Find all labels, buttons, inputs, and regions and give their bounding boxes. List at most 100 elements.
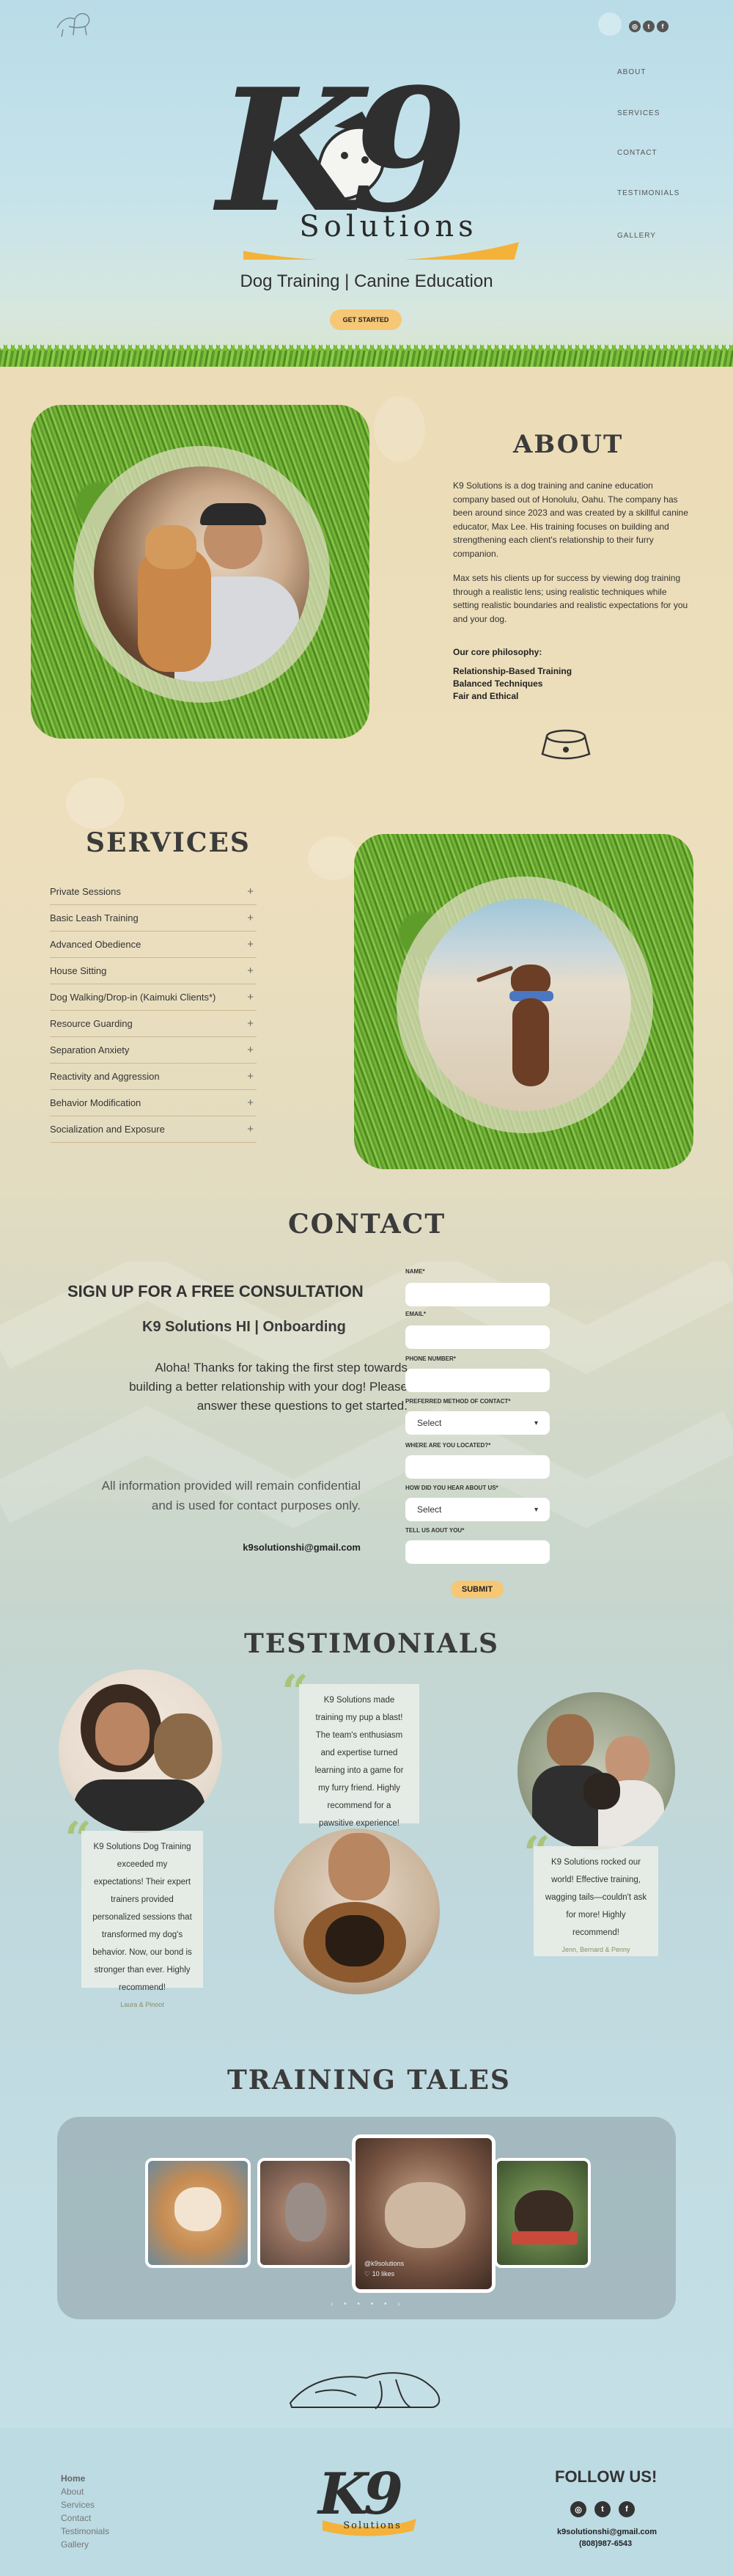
service-item[interactable]: Advanced Obedience + (50, 932, 257, 958)
footer-link-services[interactable]: Services (61, 2500, 95, 2510)
carousel-dots[interactable]: • • • • (344, 2300, 391, 2308)
phone-field[interactable] (405, 1369, 550, 1392)
service-item[interactable]: Socialization and Exposure + (50, 1116, 257, 1143)
name-field[interactable] (405, 1283, 550, 1306)
service-label: Reactivity and Aggression (50, 1071, 160, 1082)
testimonial-author: Jenn, Bernard & Penny (561, 1946, 630, 1953)
service-item[interactable]: House Sitting + (50, 958, 257, 984)
testimonial-photo-ryan (274, 1829, 440, 1994)
hero-section: ◎ t f ABOUT SERVICES CONTACT TESTIMONIAL… (0, 0, 733, 367)
email-field[interactable] (405, 1325, 550, 1349)
plus-icon: + (247, 885, 254, 898)
nav-testimonials[interactable]: TESTIMONIALS (617, 189, 679, 197)
service-item[interactable]: Dog Walking/Drop-in (Kaimuki Clients*) + (50, 984, 257, 1011)
plus-icon: + (247, 1044, 254, 1056)
gallery-image-active[interactable]: @k9solutions ♡ 10 likes (352, 2134, 496, 2293)
email-label: EMAIL* (405, 1311, 426, 1317)
plus-icon: + (247, 938, 254, 951)
testimonial-text: K9 Solutions made training my pup a blas… (314, 1696, 404, 1828)
footer-logo: K9 Solutions (314, 2462, 422, 2544)
dog-on-beach-photo (419, 899, 631, 1111)
service-item[interactable]: Private Sessions + (50, 879, 257, 905)
nav-services[interactable]: SERVICES (617, 109, 660, 117)
testimonials-title: TESTIMONIALS (244, 1628, 500, 1659)
service-label: Socialization and Exposure (50, 1124, 165, 1135)
location-field[interactable] (405, 1455, 550, 1479)
select-value: Select (417, 1418, 442, 1428)
service-label: Resource Guarding (50, 1018, 133, 1029)
about-paragraph-1: K9 Solutions is a dog training and canin… (453, 480, 688, 559)
footer-link-contact[interactable]: Contact (61, 2513, 91, 2523)
about-you-field[interactable] (405, 1540, 550, 1564)
footer-link-testimonials[interactable]: Testimonials (61, 2526, 109, 2536)
service-label: Private Sessions (50, 886, 121, 897)
chevron-down-icon: ▾ (534, 1505, 538, 1514)
chevron-right-icon[interactable]: › (397, 2300, 404, 2308)
dog-doodle-icon (56, 12, 90, 37)
contact-title: CONTACT (288, 1209, 446, 1240)
plus-icon: + (247, 1097, 254, 1109)
facebook-icon[interactable]: f (657, 21, 668, 32)
gallery-image[interactable] (494, 2158, 591, 2268)
service-item[interactable]: Behavior Modification + (50, 1090, 257, 1116)
about-paragraph-2: Max sets his clients up for success by v… (453, 573, 688, 624)
submit-button[interactable]: SUBMIT (451, 1581, 504, 1598)
testimonial-photo-laura (59, 1669, 222, 1833)
philosophy-item: Balanced Techniques (453, 678, 543, 689)
tiktok-icon[interactable]: t (594, 2501, 611, 2517)
service-item[interactable]: Reactivity and Aggression + (50, 1064, 257, 1090)
testimonial-card: K9 Solutions made training my pup a blas… (299, 1684, 419, 1844)
footer-email[interactable]: k9solutionshi@gmail.com (557, 2528, 657, 2536)
instagram-icon[interactable]: ◎ (570, 2501, 586, 2517)
nav-about[interactable]: ABOUT (617, 68, 646, 76)
grass-border (0, 351, 733, 367)
referral-select[interactable]: Select ▾ (405, 1498, 550, 1521)
plus-icon: + (247, 1123, 254, 1135)
plus-icon: + (247, 1070, 254, 1083)
footer-link-home[interactable]: Home (61, 2473, 85, 2484)
service-item[interactable]: Basic Leash Training + (50, 905, 257, 932)
footer-phone[interactable]: (808)987-6543 (579, 2539, 632, 2548)
service-item[interactable]: Resource Guarding + (50, 1011, 257, 1037)
about-you-label: TELL US AOUT YOU* (405, 1527, 465, 1534)
philosophy-item: Relationship-Based Training (453, 666, 572, 676)
social-highlight (598, 12, 622, 36)
service-label: Dog Walking/Drop-in (Kaimuki Clients*) (50, 992, 216, 1003)
follow-title: FOLLOW US! (555, 2467, 658, 2486)
service-label: House Sitting (50, 965, 107, 976)
post-handle: @k9solutions (364, 2260, 405, 2267)
facebook-icon[interactable]: f (619, 2501, 635, 2517)
testimonial-text: K9 Solutions rocked our world! Effective… (545, 1858, 647, 1937)
testimonial-card: K9 Solutions Dog Training exceeded my ex… (81, 1831, 203, 2008)
testimonial-author: Laura & Pinoot (120, 2001, 164, 2008)
footer-link-gallery[interactable]: Gallery (61, 2539, 89, 2550)
contact-method-label: PREFERRED METHOD OF CONTACT* (405, 1398, 511, 1405)
instagram-icon[interactable]: ◎ (629, 21, 641, 32)
chevron-left-icon[interactable]: ‹ (331, 2300, 337, 2308)
gallery-image[interactable] (257, 2158, 353, 2268)
post-likes: ♡ 10 likes (364, 2270, 395, 2277)
get-started-button[interactable]: GET STARTED (330, 310, 402, 330)
service-label: Basic Leash Training (50, 912, 139, 923)
tiktok-icon[interactable]: t (643, 21, 655, 32)
gallery-image[interactable] (145, 2158, 251, 2268)
onboarding-subheadline: K9 Solutions HI | Onboarding (142, 1319, 346, 1335)
plus-icon: + (247, 991, 254, 1003)
sleeping-dog-icon (289, 2372, 441, 2409)
contact-email[interactable]: k9solutionshi@gmail.com (147, 1542, 361, 1553)
testimonial-card: K9 Solutions rocked our world! Effective… (534, 1846, 658, 1956)
hero-tagline: Dog Training | Canine Education (240, 271, 493, 291)
testimonial-text: K9 Solutions Dog Training exceeded my ex… (92, 1843, 192, 1992)
phone-label: PHONE NUMBER* (405, 1355, 456, 1362)
service-label: Advanced Obedience (50, 939, 141, 950)
footer-link-about[interactable]: About (61, 2487, 84, 2497)
nav-gallery[interactable]: GALLERY (617, 232, 656, 240)
service-item[interactable]: Separation Anxiety + (50, 1037, 257, 1064)
plus-icon: + (247, 912, 254, 924)
select-value: Select (417, 1504, 442, 1515)
services-title: SERVICES (86, 827, 251, 858)
nav-contact[interactable]: CONTACT (617, 149, 658, 157)
gallery-carousel: @k9solutions ♡ 10 likes ‹ • • • • › (57, 2117, 676, 2319)
contact-method-select[interactable]: Select ▾ (405, 1411, 550, 1435)
plus-icon: + (247, 965, 254, 977)
